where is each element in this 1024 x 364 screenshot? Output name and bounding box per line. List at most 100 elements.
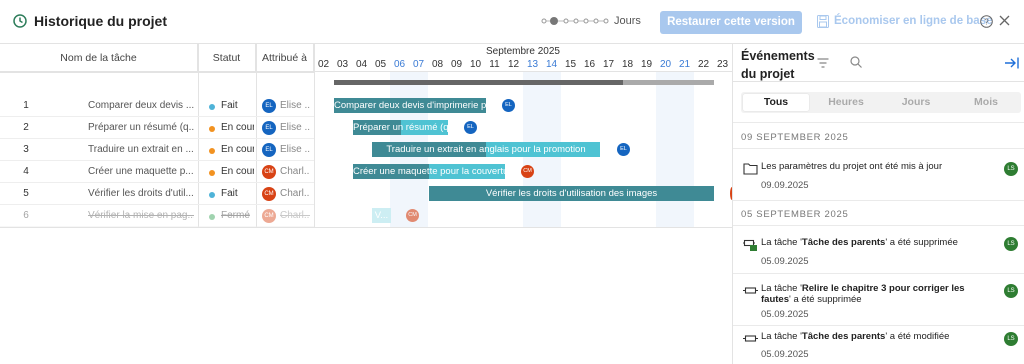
avatar: EL [464,121,477,134]
event-date: 05.09.2025 [761,256,809,267]
task-status[interactable]: En cour [221,166,254,177]
gantt-task-label: V... [374,210,389,221]
task-name[interactable]: Créer une maquette p... [88,166,194,177]
gantt-task-bar[interactable]: Créer une maquette pour la couverture [353,164,505,179]
event-text[interactable]: La tâche 'Tâche des parents' a été suppr… [761,237,993,248]
table-row[interactable]: 2 Préparer un résumé (q... En cour EL Elise … [0,117,314,139]
search-icon[interactable] [850,56,862,68]
table-row[interactable]: 4 Créer une maquette p... En cour CM Charl..… [0,161,314,183]
events-panel-title: Événements du projet [741,49,815,81]
close-icon[interactable] [999,15,1010,26]
row-number: 6 [23,210,29,221]
task-name[interactable]: Vérifier la mise en pag... [88,210,194,221]
help-icon[interactable]: ? [980,15,993,28]
task-icon [743,287,758,294]
event-text[interactable]: Les paramètres du projet ont été mis à j… [761,161,993,172]
avatar: CM [521,165,534,178]
column-header-task-name[interactable]: Nom de la tâche [0,44,198,72]
tab-hours[interactable]: Heures [813,94,879,111]
event-date: 05.09.2025 [761,309,809,320]
row-number: 2 [23,122,29,133]
table-row[interactable]: 3 Traduire un extrait en ... En cour EL Elis… [0,139,314,161]
timeline-day-label: 05 [374,59,387,70]
history-clock-icon [13,14,27,28]
panel-divider [733,200,1024,201]
tab-days[interactable]: Jours [883,94,949,111]
timeline-day-label: 16 [583,59,596,70]
gantt-task-bar[interactable]: V... [372,208,391,223]
task-assignee[interactable]: Elise ... [280,100,310,111]
panel-divider [733,81,1024,82]
status-dot-icon [209,104,215,110]
gantt-task-bar[interactable]: Vérifier les droits d'utilisation des im… [429,186,714,201]
panel-divider [733,122,1024,123]
event-filter-tabs: Tous Heures Jours Mois [741,92,1021,113]
panel-divider [733,325,1024,326]
save-baseline-button[interactable]: Économiser en ligne de base [834,15,993,27]
timeline-day-label: 18 [621,59,634,70]
restore-version-button[interactable]: Restaurer cette version [660,11,802,34]
filter-icon[interactable] [817,58,829,68]
avatar: EL [262,99,276,113]
task-status[interactable]: En cour [221,144,254,155]
task-name[interactable]: Comparer deux devis ... [88,100,194,111]
timeline-day-label: 04 [355,59,368,70]
timeline-day-label: 10 [469,59,482,70]
save-baseline-icon[interactable] [817,15,829,28]
task-assignee[interactable]: Charl... [280,210,310,221]
task-assignee[interactable]: Elise ... [280,122,310,133]
task-status[interactable]: En cour [221,122,254,133]
avatar: EL [262,121,276,135]
events-panel: Événements du projet Tous Heures Jours M… [732,44,1024,364]
tab-all[interactable]: Tous [743,94,809,111]
zoom-slider[interactable] [540,15,610,27]
row-number: 1 [23,100,29,111]
gantt-task-bar[interactable]: Traduire un extrait en anglais pour la p… [372,142,600,157]
table-row[interactable]: 6 Vérifier la mise en pag... Fermé CM Charl.… [0,205,314,227]
timeline-day-label: 14 [545,59,558,70]
timeline-day-label: 21 [678,59,691,70]
grid-bottom-border [0,227,732,228]
avatar: EL [502,99,515,112]
task-status[interactable]: Fermé [221,210,254,221]
gantt-task-label: Vérifier les droits d'utilisation des im… [485,188,658,199]
panel-divider [733,273,1024,274]
avatar: CM [262,209,276,223]
task-assignee[interactable]: Charl... [280,188,310,199]
task-status[interactable]: Fait [221,100,254,111]
task-status[interactable]: Fait [221,188,254,199]
avatar: CM [406,209,419,222]
timeline-day-label: 07 [412,59,425,70]
status-dot-icon [209,148,215,154]
task-assignee[interactable]: Charl... [280,166,310,177]
timeline-day-label: 19 [640,59,653,70]
row-number: 4 [23,166,29,177]
task-name[interactable]: Vérifier les droits d'util... [88,188,194,199]
status-dot-icon [209,126,215,132]
timeline-day-label: 08 [431,59,444,70]
collapse-panel-icon[interactable] [1005,57,1019,69]
timeline-day-label: 02 [317,59,330,70]
timeline-day-label: 15 [564,59,577,70]
task-assignee[interactable]: Elise ... [280,144,310,155]
gantt-task-bar[interactable]: Comparer deux devis d'imprimerie p... [334,98,486,113]
gantt-task-bar[interactable]: Préparer un résumé (q... [353,120,448,135]
event-text[interactable]: La tâche 'Tâche des parents' a été modif… [761,331,993,342]
timeline-day-label: 23 [716,59,729,70]
event-text[interactable]: La tâche 'Relire le chapitre 3 pour corr… [761,283,993,305]
table-row[interactable]: 5 Vérifier les droits d'util... Fait CM Char… [0,183,314,205]
zoom-label: Jours [614,15,641,27]
task-name[interactable]: Traduire un extrait en ... [88,144,194,155]
column-header-assignee[interactable]: Attribué à [256,44,314,72]
timeline-day-label: 06 [393,59,406,70]
avatar: LS [1004,237,1018,251]
table-row[interactable]: 1 Comparer deux devis ... Fait EL Elise ... [0,95,314,117]
tab-months[interactable]: Mois [953,94,1019,111]
weekend-column [656,72,675,227]
task-icon [743,335,758,342]
task-name[interactable]: Préparer un résumé (q... [88,122,194,133]
avatar: CM [262,165,276,179]
gantt-task-label: Comparer deux devis d'imprimerie p... [334,100,486,111]
column-header-status[interactable]: Statut [198,44,256,72]
event-date: 05.09.2025 [761,349,809,360]
